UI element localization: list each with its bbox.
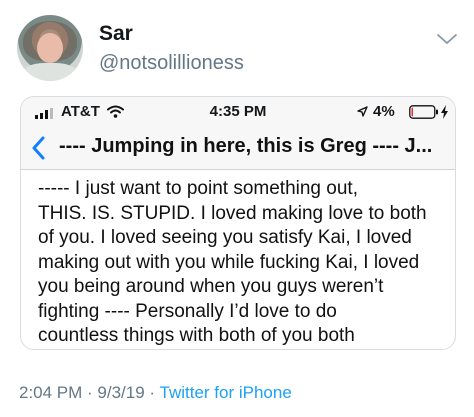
message-line: fighting ---- Personally I’d love to do [38,300,337,322]
message-line: making out with you while fucking Kai, I… [38,251,420,273]
tweet-time[interactable]: 2:04 PM [19,383,82,402]
avatar-shirt [21,63,79,81]
tweet-source-link[interactable]: Twitter for iPhone [160,383,292,402]
avatar-face [37,33,63,63]
separator: · [82,383,98,402]
battery-percentage: 4% [373,103,395,120]
tweet-date[interactable]: 9/3/19 [97,383,144,402]
message-line: THIS. IS. STUPID. I loved making love to… [38,202,427,224]
charging-bolt-icon [441,105,448,119]
ios-status-bar: AT&T 4:35 PM 4% [21,97,455,127]
separator: · [144,383,160,402]
tweet-meta: 2:04 PM · 9/3/19 · Twitter for iPhone [19,383,292,403]
avatar[interactable] [17,15,83,81]
message-line: ----- I just want to point something out… [38,178,358,199]
location-arrow-icon [357,106,368,117]
message-line: of you. I loved seeing you satisfy Kai, … [38,227,412,248]
display-name[interactable]: Sar [99,22,133,46]
attached-screenshot[interactable]: AT&T 4:35 PM 4% ---- Jumping in here, th… [20,96,456,350]
back-chevron-icon[interactable] [31,136,45,160]
message-header: ---- Jumping in here, this is Greg ---- … [21,127,455,170]
message-line: countless things with both of you both [38,325,355,346]
chevron-down-icon[interactable] [436,32,458,46]
tweet: Sar @notsolillioness AT&T 4:35 PM 4% ---… [0,0,474,417]
message-line: you being around when you guys weren’t [38,276,384,297]
message-subject: ---- Jumping in here, this is Greg ---- … [59,135,433,157]
battery-icon [409,105,438,119]
user-handle[interactable]: @notsolillioness [99,52,244,75]
message-body: ----- I just want to point something out… [38,177,448,349]
